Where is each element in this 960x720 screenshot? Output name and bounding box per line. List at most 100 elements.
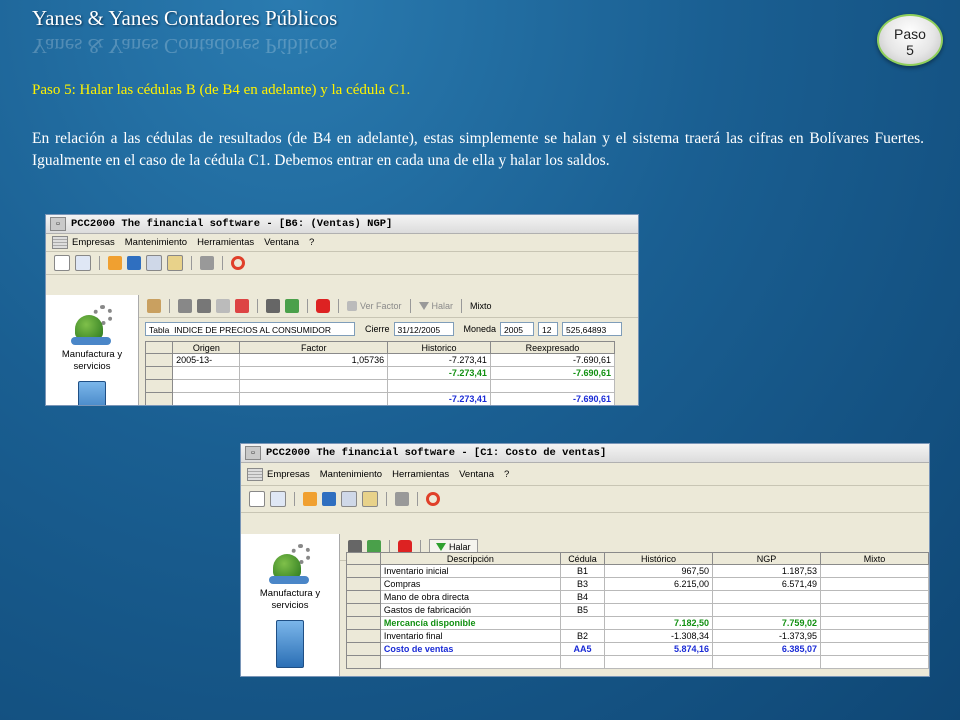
- cell-cedula[interactable]: B3: [559, 577, 606, 591]
- cell-historico[interactable]: [604, 655, 714, 669]
- cell-historico[interactable]: [604, 590, 714, 604]
- cell-descripcion[interactable]: Compras: [379, 577, 561, 591]
- cell-cedula[interactable]: [559, 616, 606, 630]
- cell-reexpresado[interactable]: -7.690,61: [489, 366, 616, 380]
- cell-origen[interactable]: 2005-13-: [172, 353, 241, 367]
- table-row[interactable]: 2005-13- 1,05736 -7.273,41 -7.690,61: [144, 353, 616, 367]
- column-header-historico[interactable]: Histórico: [604, 552, 714, 565]
- menu-ventana[interactable]: Ventana: [459, 469, 494, 480]
- cell-factor[interactable]: 1,05736: [239, 353, 389, 367]
- cell-cedula[interactable]: [559, 655, 606, 669]
- cell-mixto[interactable]: [819, 603, 929, 617]
- row-header[interactable]: [346, 590, 381, 604]
- cell-historico[interactable]: -7.273,41: [387, 392, 491, 405]
- cell-descripcion[interactable]: Mercancía disponible: [379, 616, 561, 630]
- column-header-historico[interactable]: Historico: [387, 341, 491, 354]
- menu-help[interactable]: ?: [309, 237, 314, 248]
- halar-button-disabled[interactable]: Halar: [418, 301, 453, 311]
- clipboard-icon[interactable]: [216, 299, 230, 313]
- cell-origen[interactable]: [172, 392, 241, 405]
- cell-mixto[interactable]: [819, 655, 929, 669]
- table-row[interactable]: Inventario final B2 -1.308,34 -1.373,95: [346, 629, 929, 643]
- column-header-reexpresado[interactable]: Reexpresado: [489, 341, 616, 354]
- cell-factor[interactable]: [239, 379, 389, 393]
- network-icon[interactable]: [322, 492, 336, 506]
- cell-cedula[interactable]: B4: [559, 590, 606, 604]
- excel-icon[interactable]: [285, 299, 299, 313]
- archive-icon[interactable]: [362, 491, 378, 507]
- cell-ngp[interactable]: [712, 655, 821, 669]
- cell-historico[interactable]: 5.874,16: [604, 642, 714, 656]
- row-header[interactable]: [346, 577, 381, 591]
- cell-historico[interactable]: [604, 603, 714, 617]
- tabla-field[interactable]: Tabla INDICE DE PRECIOS AL CONSUMIDOR: [145, 322, 355, 336]
- tag-icon[interactable]: [197, 299, 211, 313]
- cell-cedula[interactable]: B2: [559, 629, 606, 643]
- manufacturing-gear-icon[interactable]: [69, 305, 115, 345]
- cell-cedula[interactable]: B5: [559, 603, 606, 617]
- folder-icon[interactable]: [303, 492, 317, 506]
- cell-historico[interactable]: 967,50: [604, 564, 714, 578]
- table-row[interactable]: Costo de ventas AA5 5.874,16 6.385,07: [346, 642, 929, 656]
- menu-mantenimiento[interactable]: Mantenimiento: [125, 237, 187, 248]
- window-titlebar[interactable]: ▭ PCC2000 The financial software - [C1: …: [241, 444, 929, 463]
- cell-ngp[interactable]: -1.373,95: [712, 629, 821, 643]
- menu-empresas[interactable]: Empresas: [267, 469, 310, 480]
- cabinet-icon[interactable]: [276, 620, 304, 668]
- column-header-factor[interactable]: Factor: [239, 341, 389, 354]
- ver-factor-button[interactable]: Ver Factor: [347, 301, 402, 311]
- cell-historico[interactable]: 7.182,50: [604, 616, 714, 630]
- cell-ngp[interactable]: 1.187,53: [712, 564, 821, 578]
- column-header-origen[interactable]: Origen: [172, 341, 241, 354]
- calculator-icon[interactable]: [395, 492, 409, 506]
- cell-ngp[interactable]: 6.571,49: [712, 577, 821, 591]
- cell-ngp[interactable]: [712, 603, 821, 617]
- cell-descripcion[interactable]: Gastos de fabricación: [379, 603, 561, 617]
- cell-ngp[interactable]: 6.385,07: [712, 642, 821, 656]
- cell-factor[interactable]: [239, 366, 389, 380]
- cell-mixto[interactable]: [819, 577, 929, 591]
- row-header[interactable]: [144, 366, 174, 380]
- row-header[interactable]: [346, 564, 381, 578]
- row-header[interactable]: [146, 406, 173, 407]
- lifebuoy-icon[interactable]: [231, 256, 245, 270]
- table-row[interactable]: -7.273,41 -7.690,61: [144, 392, 616, 405]
- new-document-icon[interactable]: [249, 491, 265, 507]
- cell-origen[interactable]: [172, 366, 241, 380]
- cell-mixto[interactable]: [819, 590, 929, 604]
- cell-reexpresado[interactable]: -7.690,61: [489, 353, 616, 367]
- table-row[interactable]: Inventario inicial B1 967,50 1.187,53: [346, 564, 929, 578]
- cell-cedula[interactable]: AA5: [559, 642, 606, 656]
- cell-origen[interactable]: [173, 406, 240, 407]
- table-row[interactable]: [346, 655, 929, 669]
- table-row[interactable]: Mercancía disponible 7.182,50 7.759,02: [346, 616, 929, 630]
- copy-icon[interactable]: [75, 255, 91, 271]
- cell-cedula[interactable]: B1: [559, 564, 606, 578]
- copy-icon[interactable]: [270, 491, 286, 507]
- table-row[interactable]: [144, 379, 616, 393]
- table-row[interactable]: Mano de obra directa B4: [346, 590, 929, 604]
- cell-mixto[interactable]: [819, 564, 929, 578]
- row-header[interactable]: [346, 603, 381, 617]
- cell-mixto[interactable]: [819, 629, 929, 643]
- cell-historico[interactable]: -1.308,34: [604, 629, 714, 643]
- cell-reexpresado[interactable]: -7.690,61: [489, 392, 616, 405]
- archive-icon[interactable]: [167, 255, 183, 271]
- edit-icon[interactable]: [147, 299, 161, 313]
- row-header[interactable]: [346, 629, 381, 643]
- left-panel-label[interactable]: Manufactura y servicios: [241, 588, 339, 612]
- row-header[interactable]: [144, 392, 174, 405]
- book-icon[interactable]: [146, 255, 162, 271]
- new-document-icon[interactable]: [54, 255, 70, 271]
- cell-historico[interactable]: [387, 379, 491, 393]
- cell-origen[interactable]: [172, 379, 241, 393]
- delete-icon[interactable]: [235, 299, 249, 313]
- cell-mixto[interactable]: [819, 616, 929, 630]
- menu-mantenimiento[interactable]: Mantenimiento: [320, 469, 382, 480]
- menu-herramientas[interactable]: Herramientas: [392, 469, 449, 480]
- cierre-field[interactable]: 31/12/2005: [393, 322, 454, 336]
- mixto-button[interactable]: Mixto: [470, 301, 492, 311]
- moneda-month-field[interactable]: 12: [538, 322, 559, 336]
- column-header-mixto[interactable]: Mixto: [819, 552, 929, 565]
- cell-ngp[interactable]: [712, 590, 821, 604]
